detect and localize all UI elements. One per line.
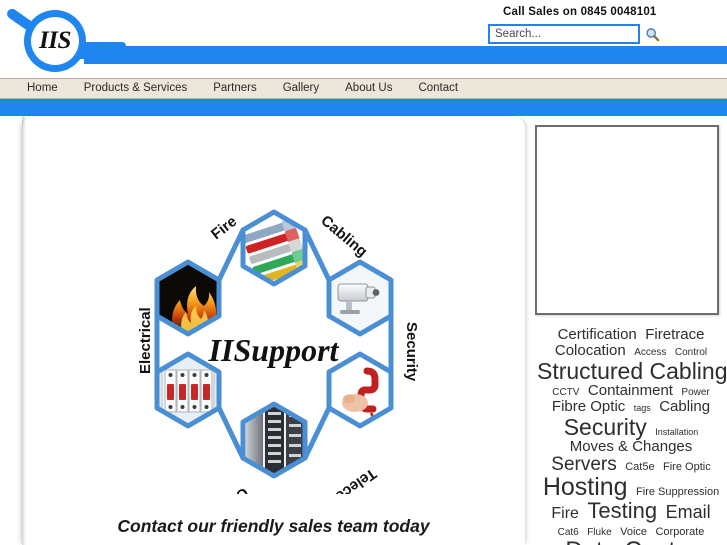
site-logo[interactable]: IIS xyxy=(5,2,126,76)
tag-cloud-item[interactable]: Voice xyxy=(620,526,647,538)
tag-cloud-item[interactable]: CCTV xyxy=(552,387,579,398)
tag-cloud-item[interactable]: Power xyxy=(681,387,709,398)
tag-cloud: Certification Firetrace Colocation Acces… xyxy=(535,327,727,545)
search-icon[interactable] xyxy=(645,27,660,42)
call-sales-text: Call Sales on 0845 0048101 xyxy=(503,6,657,18)
tag-cloud-item[interactable]: Fibre Optic xyxy=(552,398,625,415)
right-sidebar: Certification Firetrace Colocation Acces… xyxy=(535,125,727,545)
tag-cloud-item[interactable]: Testing xyxy=(587,498,657,523)
tag-cloud-item[interactable]: Colocation xyxy=(555,342,626,359)
main-navigation: Home Products & Services Partners Galler… xyxy=(0,78,727,99)
search-row xyxy=(488,24,711,44)
header-contact-area: Call Sales on 0845 0048101 xyxy=(481,6,711,44)
nav-item-home[interactable]: Home xyxy=(14,79,71,98)
header-blue-band xyxy=(0,99,727,116)
tag-cloud-item[interactable]: Installation xyxy=(655,427,698,437)
sales-tagline: Contact our friendly sales team today xyxy=(117,516,430,536)
advert-placeholder-box[interactable] xyxy=(535,125,719,315)
tag-cloud-item[interactable]: Cat5e xyxy=(625,461,654,473)
tag-cloud-item[interactable]: Email xyxy=(666,502,711,522)
tag-cloud-item[interactable]: Security xyxy=(564,414,647,440)
tag-cloud-item[interactable]: Fire Optic xyxy=(663,461,711,473)
services-wheel: Fire Cabling Security Telecoms Colocatio… xyxy=(124,194,424,494)
tag-cloud-item[interactable]: Containment xyxy=(588,382,673,399)
tag-cloud-item[interactable]: Firetrace xyxy=(645,326,704,343)
logo-text: IIS xyxy=(39,27,71,54)
page-body: Fire Cabling Security Telecoms Colocatio… xyxy=(0,116,727,545)
nav-item-about-us[interactable]: About Us xyxy=(332,79,405,98)
logo-ring: IIS xyxy=(24,10,86,72)
tag-cloud-item[interactable]: Structured Cabling xyxy=(537,358,727,384)
wheel-label-telecoms: Telecoms xyxy=(313,465,379,494)
tag-cloud-item[interactable]: Fire xyxy=(551,505,579,522)
tag-cloud-item[interactable]: tags xyxy=(634,403,651,413)
wheel-center-label: IISupport xyxy=(208,332,339,368)
logo-inner-circle: IIS xyxy=(31,17,79,65)
wheel-label-fire: Fire xyxy=(207,213,239,243)
tag-cloud-item[interactable]: Access xyxy=(634,347,666,358)
nav-item-contact[interactable]: Contact xyxy=(405,79,471,98)
tag-cloud-item[interactable]: Centre xyxy=(625,537,697,545)
wheel-label-cabling: Cabling xyxy=(317,212,370,260)
page-root: IIS Call Sales on 0845 0048101 Home Prod… xyxy=(0,0,727,545)
services-wheel-container: Fire Cabling Security Telecoms Colocatio… xyxy=(22,194,525,494)
main-content-panel: Fire Cabling Security Telecoms Colocatio… xyxy=(22,116,525,545)
tag-cloud-item[interactable]: Cabling xyxy=(659,398,710,415)
nav-item-products-services[interactable]: Products & Services xyxy=(71,79,201,98)
tag-cloud-item[interactable]: Certification xyxy=(558,326,637,343)
tag-cloud-item[interactable]: Moves & Changes xyxy=(570,438,693,455)
tag-cloud-item[interactable]: Control xyxy=(675,347,707,358)
nav-item-partners[interactable]: Partners xyxy=(200,79,269,98)
wheel-label-colocation: Colocation xyxy=(178,484,251,494)
tag-cloud-item[interactable]: Fire Suppression xyxy=(636,486,719,498)
header-blue-swoosh xyxy=(84,46,727,64)
tag-cloud-item[interactable]: Corporate xyxy=(655,526,704,538)
search-input[interactable] xyxy=(488,24,640,44)
tag-cloud-item[interactable]: Data xyxy=(565,537,616,545)
nav-item-gallery[interactable]: Gallery xyxy=(270,79,332,98)
tag-cloud-item[interactable]: Hosting xyxy=(543,473,628,501)
site-header: IIS Call Sales on 0845 0048101 xyxy=(0,0,727,78)
